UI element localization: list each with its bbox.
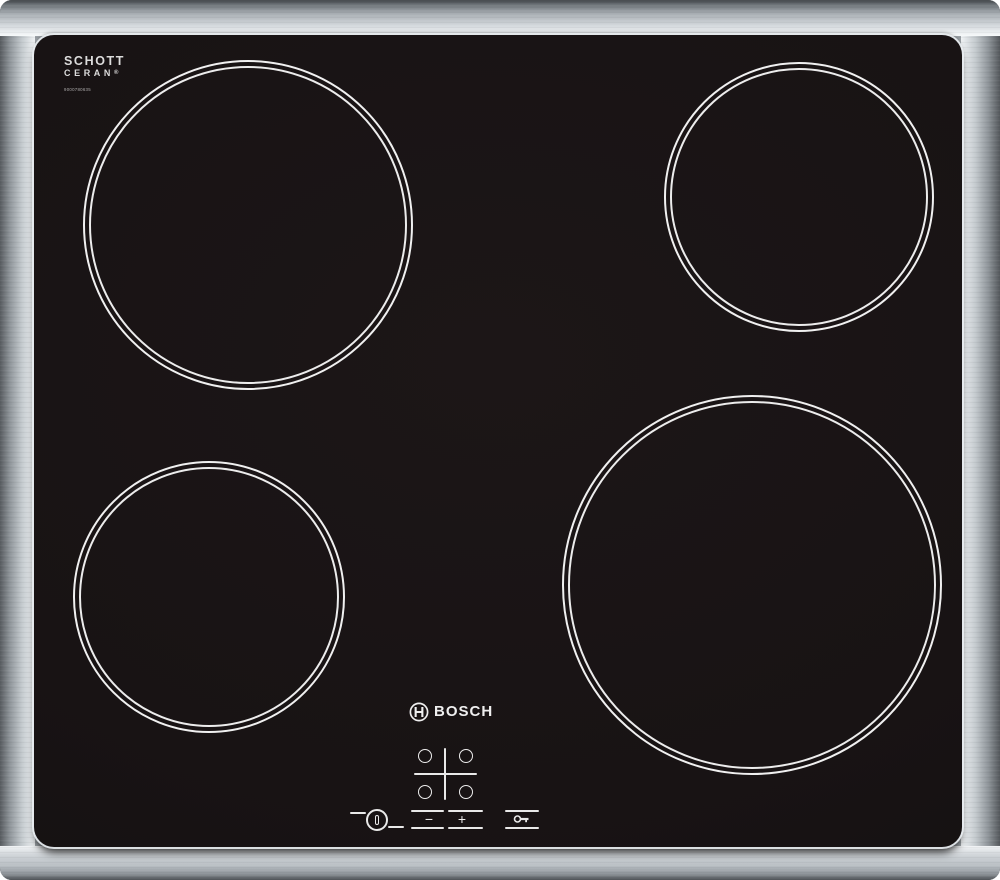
burner-top-left: [83, 60, 413, 390]
power-key-left-line: [350, 812, 366, 814]
bosch-logo: BOSCH: [409, 702, 493, 722]
power-key-right-line: [388, 826, 404, 828]
steel-frame-top: [0, 0, 1000, 36]
schott-ceran-logo: SCHOTT CERAN® 9000780635: [64, 55, 125, 94]
steel-frame-bottom: [0, 846, 1000, 880]
lock-key-bottom-line: [505, 827, 539, 829]
registered-mark: ®: [114, 70, 119, 76]
bosch-emblem-icon: [409, 702, 429, 722]
selector-zone-bottom-right-key[interactable]: [459, 785, 473, 799]
selector-divider-horizontal: [414, 773, 477, 775]
cooktop-photo: SCHOTT CERAN® 9000780635 BOSCH − +: [0, 0, 1000, 880]
steel-frame-left: [0, 36, 35, 846]
selector-zone-top-left-key[interactable]: [418, 749, 432, 763]
burner-bottom-left: [73, 461, 345, 733]
bosch-wordmark: BOSCH: [434, 703, 494, 720]
burner-top-right-inner-ring: [670, 68, 928, 326]
plus-key[interactable]: +: [452, 811, 472, 827]
burner-bottom-right: [562, 395, 942, 775]
selector-zone-bottom-left-key[interactable]: [418, 785, 432, 799]
schott-logo-line2: CERAN: [64, 68, 115, 78]
steel-frame-right: [961, 36, 1000, 846]
schott-logo-line1: SCHOTT: [64, 54, 125, 68]
selector-zone-top-right-key[interactable]: [459, 749, 473, 763]
burner-top-right: [664, 62, 934, 332]
ceramic-glass-surface: SCHOTT CERAN® 9000780635 BOSCH − +: [34, 35, 962, 847]
key-lock-icon: [513, 815, 529, 823]
burner-top-left-inner-ring: [89, 66, 407, 384]
lock-key-top-line: [505, 810, 539, 812]
glass-print-code: 9000780635: [64, 88, 91, 93]
power-icon: [366, 809, 388, 831]
minus-key[interactable]: −: [419, 811, 439, 827]
burner-bottom-left-inner-ring: [79, 467, 339, 727]
burner-bottom-right-inner-ring: [568, 401, 936, 769]
